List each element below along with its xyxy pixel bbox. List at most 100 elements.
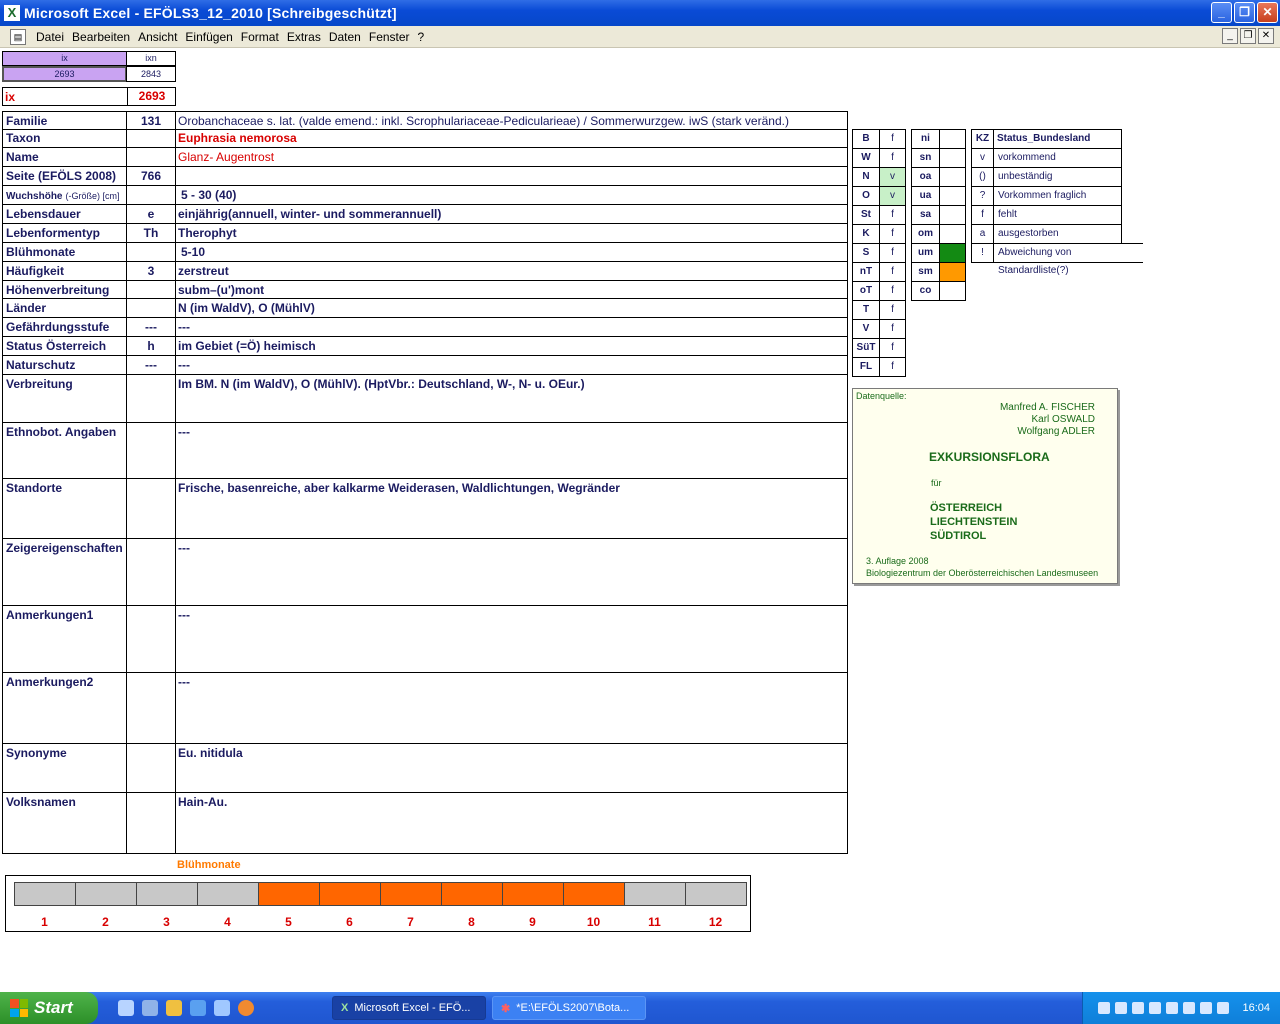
restore-button[interactable]: ❐: [1234, 2, 1255, 23]
state-value[interactable]: f: [879, 224, 906, 244]
row-code[interactable]: ---: [127, 356, 176, 374]
state-value[interactable]: f: [879, 300, 906, 320]
row-label[interactable]: Status Österreich: [3, 337, 127, 355]
state-value[interactable]: v: [879, 167, 906, 187]
state-value[interactable]: f: [879, 357, 906, 377]
row-value[interactable]: Glanz- Augentrost: [176, 148, 847, 166]
menu-ansicht[interactable]: Ansicht: [134, 30, 181, 44]
row-value[interactable]: ---: [176, 318, 847, 336]
neighbor-value[interactable]: [939, 129, 966, 149]
row-value[interactable]: Im BM. N (im WaldV), O (MühlV). (HptVbr.…: [176, 375, 847, 422]
row-code[interactable]: [127, 243, 176, 261]
row-value[interactable]: 5 - 30 (40): [176, 186, 847, 204]
explorer-icon[interactable]: [142, 1000, 158, 1016]
row-value[interactable]: 5-10: [176, 243, 847, 261]
row-value[interactable]: Therophyt: [176, 224, 847, 242]
row-label[interactable]: Volksnamen: [3, 793, 127, 853]
row-code[interactable]: [127, 606, 176, 672]
neighbor-value[interactable]: [939, 243, 966, 263]
row-label[interactable]: Lebenformentyp: [3, 224, 127, 242]
neighbor-value[interactable]: [939, 205, 966, 225]
ix-value[interactable]: 2693: [127, 88, 176, 105]
state-value[interactable]: f: [879, 338, 906, 358]
outlook-icon[interactable]: [214, 1000, 230, 1016]
row-value[interactable]: ---: [176, 356, 847, 374]
row-code[interactable]: [127, 793, 176, 853]
close-button[interactable]: ✕: [1257, 2, 1278, 23]
row-code[interactable]: [127, 129, 176, 147]
row-value[interactable]: [176, 167, 847, 185]
row-label[interactable]: Ethnobot. Angaben: [3, 423, 127, 478]
title-bar[interactable]: X Microsoft Excel - EFÖLS3_12_2010 [Schr…: [0, 0, 1280, 26]
menu-fenster[interactable]: Fenster: [365, 30, 414, 44]
search-icon[interactable]: [1132, 1002, 1145, 1014]
neighbor-value[interactable]: [939, 224, 966, 244]
menu-extras[interactable]: Extras: [283, 30, 325, 44]
row-code[interactable]: [127, 148, 176, 166]
workbook-icon[interactable]: ▤: [10, 28, 26, 45]
ixn-value-cell[interactable]: 2843: [126, 66, 176, 82]
row-value[interactable]: ---: [176, 423, 847, 478]
row-code[interactable]: Th: [127, 224, 176, 242]
state-value[interactable]: f: [879, 129, 906, 149]
row-code[interactable]: [127, 423, 176, 478]
info-icon[interactable]: [1200, 1002, 1213, 1014]
row-value[interactable]: Hain-Au.: [176, 793, 847, 853]
state-value[interactable]: f: [879, 205, 906, 225]
desktop-icon[interactable]: [118, 1000, 134, 1016]
row-label[interactable]: Zeigereigenschaften: [3, 539, 127, 605]
minimize-button[interactable]: _: [1211, 2, 1232, 23]
neighbor-value[interactable]: [939, 167, 966, 187]
row-value[interactable]: ---: [176, 673, 847, 743]
row-value[interactable]: ---: [176, 539, 847, 605]
row-value[interactable]: Euphrasia nemorosa: [176, 129, 847, 147]
volume-icon[interactable]: [1115, 1002, 1128, 1014]
security-icon[interactable]: [1149, 1002, 1162, 1014]
row-label[interactable]: Standorte: [3, 479, 127, 538]
state-value[interactable]: f: [879, 281, 906, 301]
row-code[interactable]: [127, 673, 176, 743]
taskbar-excel-button[interactable]: X Microsoft Excel - EFÖ...: [332, 996, 486, 1020]
worksheet[interactable]: ix ixn 2693 2843 ix 2693 Familie 131 Oroba…: [0, 49, 1280, 990]
state-value[interactable]: f: [879, 262, 906, 282]
row-label[interactable]: Naturschutz: [3, 356, 127, 374]
menu-einfuegen[interactable]: Einfügen: [181, 30, 236, 44]
neighbor-value[interactable]: [939, 281, 966, 301]
row-code[interactable]: [127, 375, 176, 422]
state-value[interactable]: f: [879, 243, 906, 263]
row-label[interactable]: Verbreitung: [3, 375, 127, 422]
row-label[interactable]: Lebensdauer: [3, 205, 127, 223]
row-value[interactable]: einjährig(annuell, winter- und sommerann…: [176, 205, 847, 223]
messenger-icon[interactable]: [1217, 1002, 1230, 1014]
row-value[interactable]: Frische, basenreiche, aber kalkarme Weid…: [176, 479, 847, 538]
state-value[interactable]: v: [879, 186, 906, 206]
row-label[interactable]: Länder: [3, 299, 127, 317]
row-label[interactable]: Name: [3, 148, 127, 166]
menu-daten[interactable]: Daten: [325, 30, 365, 44]
workbook-minimize-button[interactable]: _: [1222, 28, 1238, 44]
workbook-close-button[interactable]: ✕: [1258, 28, 1274, 44]
row-label[interactable]: Seite (EFÖLS 2008): [3, 167, 127, 185]
workbook-restore-button[interactable]: ❐: [1240, 28, 1256, 44]
shield-icon[interactable]: [1166, 1002, 1179, 1014]
row-code[interactable]: [127, 539, 176, 605]
taskbar-document-button[interactable]: ✱ *E:\EFÖLS2007\Bota...: [492, 996, 646, 1020]
row-label[interactable]: Blühmonate: [3, 243, 127, 261]
start-button[interactable]: Start: [0, 992, 98, 1024]
row-value[interactable]: Orobanchaceae s. lat. (valde emend.: ink…: [176, 112, 847, 129]
internet-explorer-icon[interactable]: [190, 1000, 206, 1016]
row-code[interactable]: e: [127, 205, 176, 223]
row-code[interactable]: [127, 479, 176, 538]
menu-datei[interactable]: Datei: [32, 30, 68, 44]
row-code[interactable]: 131: [127, 112, 176, 129]
row-code[interactable]: h: [127, 337, 176, 355]
row-code[interactable]: [127, 744, 176, 792]
row-value[interactable]: zerstreut: [176, 262, 847, 280]
row-label[interactable]: Anmerkungen2: [3, 673, 127, 743]
row-code[interactable]: [127, 281, 176, 298]
row-label[interactable]: Höhenverbreitung: [3, 281, 127, 298]
row-code[interactable]: [127, 299, 176, 317]
ix-value-cell[interactable]: 2693: [2, 66, 127, 82]
row-code[interactable]: [127, 186, 176, 204]
menu-help[interactable]: ?: [414, 30, 429, 44]
